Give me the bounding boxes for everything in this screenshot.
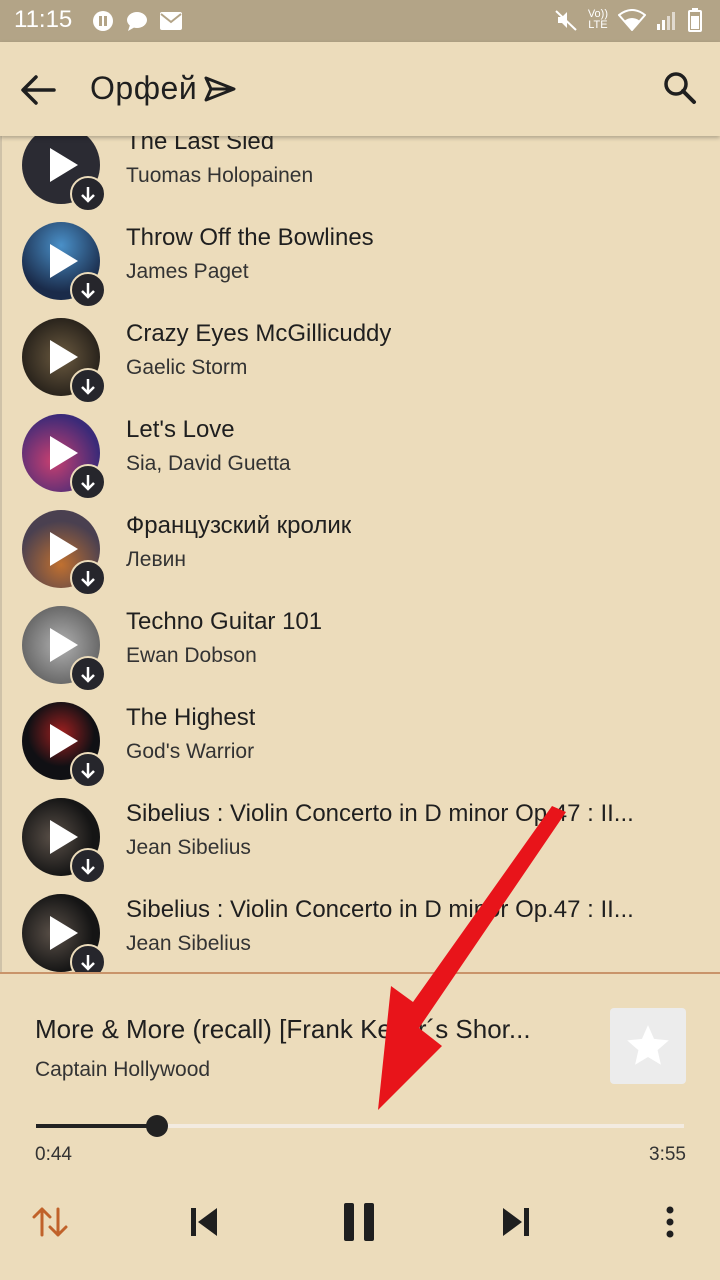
list-item[interactable]: Let's Love Sia, David Guetta bbox=[2, 414, 720, 510]
page-title: Орфей bbox=[90, 70, 198, 106]
more-options-button[interactable] bbox=[652, 1200, 688, 1244]
wifi-icon bbox=[618, 9, 646, 31]
list-item[interactable]: Techno Guitar 101 Ewan Dobson bbox=[2, 606, 720, 702]
seek-thumb[interactable] bbox=[146, 1115, 169, 1137]
list-item[interactable]: Sibelius : Violin Concerto in D minor Op… bbox=[2, 798, 720, 894]
list-item[interactable]: Французский кролик Левин bbox=[2, 510, 720, 606]
download-icon[interactable] bbox=[70, 560, 106, 596]
download-icon[interactable] bbox=[70, 944, 106, 972]
track-artist: Sia, David Guetta bbox=[126, 452, 291, 475]
play-icon[interactable] bbox=[50, 148, 78, 182]
play-icon[interactable] bbox=[50, 436, 78, 470]
status-time: 11:15 bbox=[14, 6, 73, 33]
track-title: Techno Guitar 101 bbox=[126, 608, 323, 635]
volte-indicator: Vo)) LTE bbox=[587, 8, 608, 31]
play-icon[interactable] bbox=[50, 340, 78, 374]
shuffle-order-icon bbox=[32, 1207, 68, 1237]
track-title: Sibelius : Violin Concerto in D minor Op… bbox=[126, 800, 634, 827]
list-item[interactable]: Sibelius : Violin Concerto in D minor Op… bbox=[2, 894, 720, 972]
track-title: Let's Love bbox=[126, 416, 235, 443]
total-duration: 3:55 bbox=[649, 1144, 686, 1165]
search-icon[interactable] bbox=[662, 70, 698, 106]
next-button[interactable] bbox=[494, 1200, 538, 1244]
track-artist: God's Warrior bbox=[126, 740, 255, 763]
favorite-button[interactable] bbox=[610, 1008, 686, 1084]
chat-notification-icon bbox=[127, 12, 147, 31]
elapsed-time: 0:44 bbox=[35, 1144, 72, 1165]
track-title: Sibelius : Violin Concerto in D minor Op… bbox=[126, 896, 634, 923]
arrow-left-icon[interactable] bbox=[18, 72, 58, 108]
mail-notification-icon bbox=[160, 12, 182, 30]
play-icon[interactable] bbox=[50, 244, 78, 278]
track-artist: James Paget bbox=[126, 260, 249, 283]
track-artist: Ewan Dobson bbox=[126, 644, 257, 667]
battery-icon bbox=[688, 8, 702, 32]
download-icon[interactable] bbox=[70, 848, 106, 884]
track-artist: Jean Sibelius bbox=[126, 932, 251, 955]
track-artist: Gaelic Storm bbox=[126, 356, 248, 379]
track-title: Throw Off the Bowlines bbox=[126, 224, 374, 251]
download-icon[interactable] bbox=[70, 656, 106, 692]
download-icon[interactable] bbox=[70, 464, 106, 500]
more-vert-icon bbox=[666, 1206, 674, 1238]
track-artist: Левин bbox=[126, 548, 186, 571]
download-icon[interactable] bbox=[70, 752, 106, 788]
star-icon bbox=[627, 1025, 669, 1065]
list-item[interactable]: The Last Sled Tuomas Holopainen bbox=[2, 136, 720, 222]
play-icon[interactable] bbox=[50, 628, 78, 662]
track-artist: Tuomas Holopainen bbox=[126, 164, 314, 187]
list-item[interactable]: The Highest God's Warrior bbox=[2, 702, 720, 798]
track-artist: Jean Sibelius bbox=[126, 836, 251, 859]
download-icon[interactable] bbox=[70, 176, 106, 212]
notification-icons bbox=[92, 10, 182, 32]
seek-bar[interactable] bbox=[36, 1115, 684, 1137]
track-title: Французский кролик bbox=[126, 512, 352, 539]
play-icon[interactable] bbox=[50, 820, 78, 854]
play-icon[interactable] bbox=[50, 724, 78, 758]
status-bar: 11:15 Vo)) LTE bbox=[0, 0, 720, 42]
now-playing-artist: Captain Hollywood bbox=[35, 1058, 211, 1081]
seek-progress bbox=[36, 1124, 158, 1128]
list-item[interactable]: Crazy Eyes McGillicuddy Gaelic Storm bbox=[2, 318, 720, 414]
download-icon[interactable] bbox=[70, 368, 106, 404]
send-icon bbox=[204, 76, 236, 102]
track-title: The Last Sled bbox=[126, 136, 275, 155]
play-icon[interactable] bbox=[50, 916, 78, 950]
pause-notification-icon bbox=[93, 11, 113, 31]
list-item[interactable]: Throw Off the Bowlines James Paget bbox=[2, 222, 720, 318]
track-list[interactable]: The Last Sled Tuomas Holopainen Throw Of… bbox=[0, 136, 720, 972]
next-icon bbox=[503, 1208, 529, 1236]
now-playing-panel: More & More (recall) [Frank Keller´s Sho… bbox=[0, 974, 720, 1280]
pause-icon bbox=[344, 1203, 374, 1241]
pause-button[interactable] bbox=[336, 1200, 382, 1244]
system-icons: Vo)) LTE bbox=[554, 8, 702, 32]
previous-icon bbox=[191, 1208, 217, 1236]
queue-order-button[interactable] bbox=[28, 1200, 72, 1244]
app-bar: Орфей bbox=[0, 42, 720, 136]
previous-button[interactable] bbox=[182, 1200, 226, 1244]
now-playing-title: More & More (recall) [Frank Keller´s Sho… bbox=[35, 1014, 531, 1044]
track-title: Crazy Eyes McGillicuddy bbox=[126, 320, 392, 347]
download-icon[interactable] bbox=[70, 272, 106, 308]
mute-icon bbox=[555, 10, 577, 31]
track-title: The Highest bbox=[126, 704, 256, 731]
play-icon[interactable] bbox=[50, 532, 78, 566]
signal-icon bbox=[657, 12, 675, 30]
